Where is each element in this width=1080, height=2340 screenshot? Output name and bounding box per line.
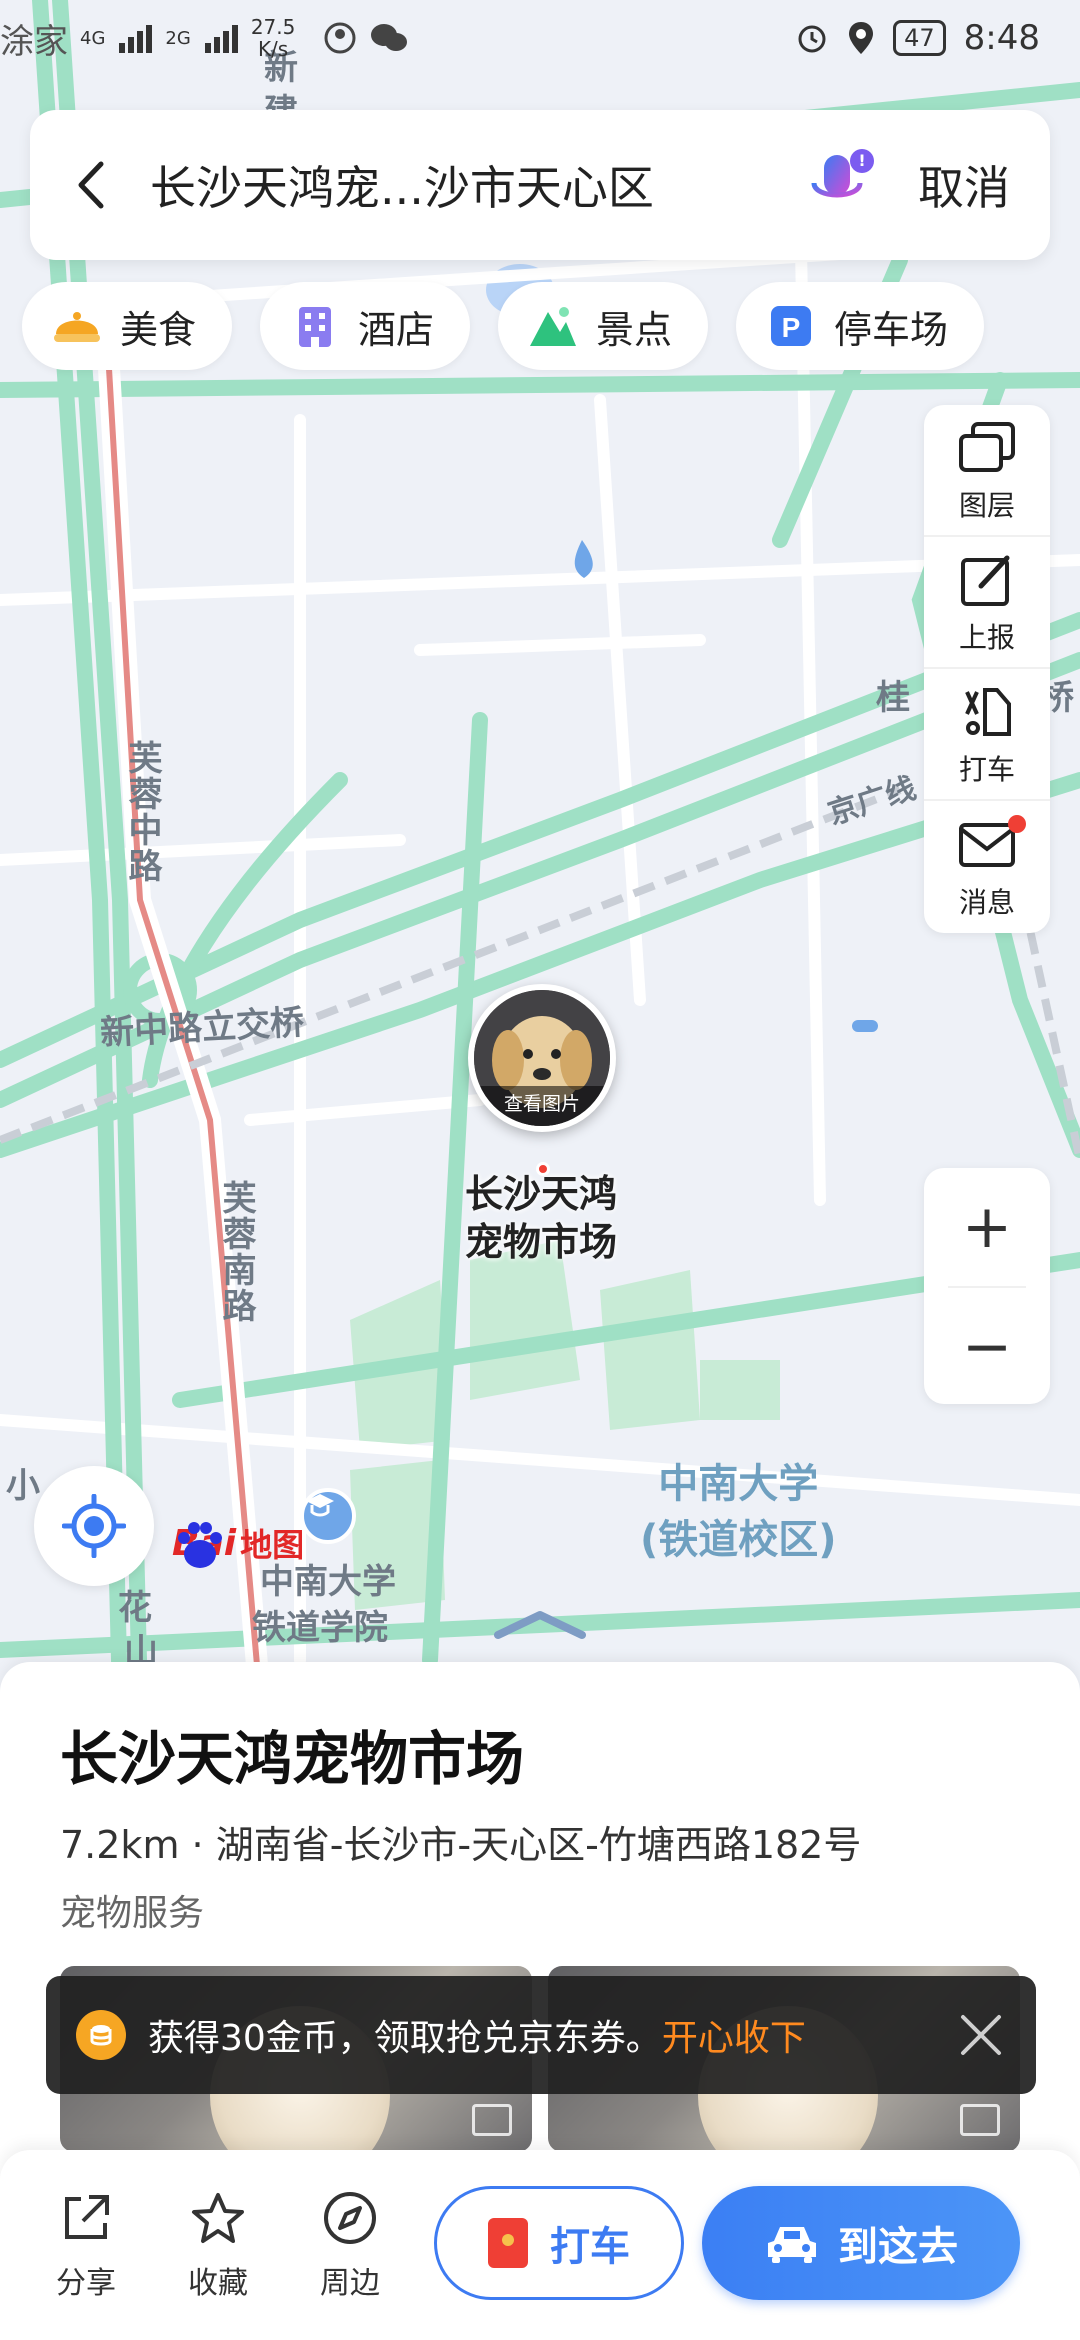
zoom-control: + − [924,1168,1050,1404]
red-envelope-icon [488,2218,528,2268]
road-label-furong-south: 芙蓉南路 [216,1180,256,1324]
poi-category: 宠物服务 [60,1893,205,1934]
clock: 8:48 [963,18,1040,58]
tool-report-label: 上报 [958,621,1015,654]
crosshair-icon [62,1494,126,1558]
poi-title: 长沙天鸿宠物市场 [60,1725,525,1793]
pin-name-line1: 长沙天鸿 [464,1172,617,1216]
nearby-button[interactable]: 周边 [290,2186,410,2302]
road-label-xiao: 小 [6,1466,40,1506]
poi-label-railway-college-2: 铁道学院 [252,1608,388,1648]
message-badge [1008,815,1026,833]
cancel-button[interactable]: 取消 [918,152,1010,218]
report-icon [955,548,1019,612]
road-label-furong-middle: 芙蓉中路 [122,740,162,884]
category-chips: 美食 酒店 景点 P 停车场 [22,282,985,370]
paw-icon [178,1522,222,1568]
voice-search-icon[interactable]: ! [798,145,878,225]
taxi-icon [955,680,1019,744]
tool-taxi[interactable]: 打车 [924,669,1050,801]
share-icon [54,2186,118,2250]
image-icon [960,2104,1000,2136]
net-speed-value: 27.5 [250,15,296,39]
alarm-icon [798,25,826,53]
road-label-hua: 花 [118,1588,152,1628]
scenic-icon [528,301,578,351]
food-icon [52,301,102,351]
back-icon[interactable] [70,155,110,215]
toast-accept-link[interactable]: 开心收下 [662,2018,806,2059]
chip-scenic-label: 景点 [596,307,673,352]
chip-hotel-label: 酒店 [358,307,435,352]
tool-layers-label: 图层 [958,489,1015,522]
star-icon [186,2186,250,2250]
poi-address: 7.2km · 湖南省-长沙市-天心区-竹塘西路182号 [60,1823,862,1867]
tool-message-label: 消息 [958,886,1015,919]
logo-ditu: 地图 [240,1526,305,1564]
chip-parking-label: 停车场 [834,307,949,352]
sheet-expand-handle[interactable] [490,1605,590,1645]
locate-me-button[interactable] [34,1466,154,1586]
taxi-button-label: 打车 [550,2224,630,2270]
tool-taxi-label: 打车 [958,753,1015,786]
net-speed-unit: K/s [257,37,289,61]
baidu-map-logo: Bai 地图 [172,1520,305,1568]
map-tool-panel: 图层 上报 打车 消息 [924,405,1050,933]
signal-2-type: 2G [165,27,191,49]
nearby-label: 周边 [320,2266,380,2301]
car-icon [768,2227,816,2263]
status-bar: 涂家 4G 2G 27.5 K/s 47 8:48 [0,0,1080,76]
parking-icon: P [766,301,816,351]
zoom-in-button[interactable]: + [924,1168,1050,1286]
chip-scenic[interactable]: 景点 [498,282,709,370]
user-status-icon [324,22,356,54]
coin-reward-toast: 获得30金币，领取抢兑京东券。开心收下 [46,1976,1036,2094]
pin-name-line2: 宠物市场 [464,1220,617,1264]
go-here-button[interactable]: 到这去 [702,2186,1020,2300]
share-button[interactable]: 分享 [26,2186,146,2302]
share-label: 分享 [56,2266,116,2301]
signal-2-icon [204,25,238,53]
chip-parking[interactable]: P 停车场 [736,282,985,370]
zoom-out-button[interactable]: − [924,1288,1050,1406]
carrier-name: 涂家 [0,21,68,62]
location-status-icon [849,22,874,54]
image-icon [472,2104,512,2136]
bottom-action-bar: 分享 收藏 周边 打车 到这去 [0,2150,1080,2340]
signal-1-type: 4G [80,27,106,49]
view-photo-caption: 查看图片 [474,1086,610,1126]
hotel-icon [290,301,340,351]
toast-text: 获得30金币，领取抢兑京东券。 [148,2018,662,2059]
favorite-label: 收藏 [188,2266,248,2301]
road-label-gui: 桂 [876,678,910,718]
campus-label-csu-railway: 中南大学 (铁道校区) [640,1461,837,1563]
battery-indicator: 47 [893,20,946,56]
tool-report[interactable]: 上报 [924,537,1050,669]
favorite-button[interactable]: 收藏 [158,2186,278,2302]
network-speed: 27.5 K/s [251,16,296,60]
search-query[interactable]: 长沙天鸿宠...沙市天心区 [150,152,798,218]
compass-icon [318,2186,382,2250]
coin-icon [76,2010,126,2060]
chip-food-label: 美食 [120,307,197,352]
taxi-button[interactable]: 打车 [434,2186,684,2300]
poi-photo-pin[interactable]: 查看图片 [468,984,616,1132]
go-here-label: 到这去 [838,2224,958,2270]
chip-hotel[interactable]: 酒店 [260,282,471,370]
chip-food[interactable]: 美食 [22,282,233,370]
tool-message[interactable]: 消息 [924,801,1050,933]
wechat-icon [371,24,408,51]
tool-layers[interactable]: 图层 [924,405,1050,537]
mic-notice-dot: ! [850,149,874,173]
school-icon[interactable] [300,1488,356,1544]
svg-text:P: P [782,312,801,343]
signal-1-icon [119,25,153,53]
close-icon[interactable] [956,2010,1006,2060]
layers-icon [955,416,1019,480]
pin-name-label: 长沙天鸿 宠物市场 [430,1170,652,1266]
toast-message: 获得30金币，领取抢兑京东券。开心收下 [148,2009,956,2061]
search-bar[interactable]: 长沙天鸿宠...沙市天心区 ! 取消 [30,110,1050,260]
